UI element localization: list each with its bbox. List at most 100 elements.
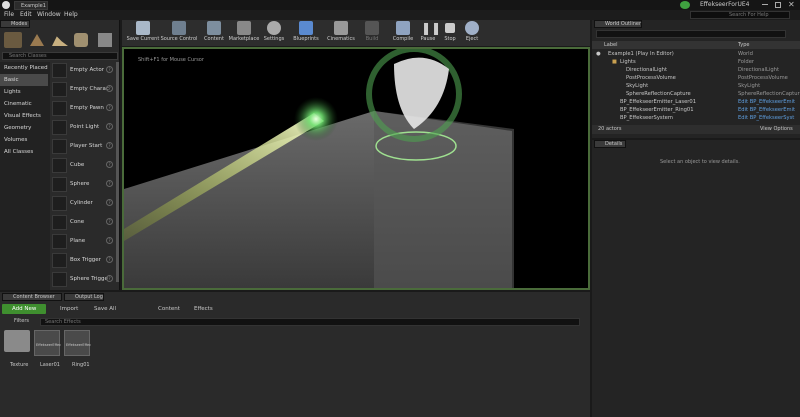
- category-basic[interactable]: Basic: [0, 74, 48, 86]
- save-all-button[interactable]: Save All: [84, 304, 120, 314]
- compile-button[interactable]: Compile: [392, 21, 414, 45]
- outliner-row[interactable]: ● Example1 (Play In Editor) World: [592, 50, 800, 58]
- outliner-row[interactable]: SphereReflectionCapture SphereReflectionC…: [592, 90, 800, 98]
- help-search-input[interactable]: Search For Help: [690, 11, 790, 19]
- category-volumes[interactable]: Volumes: [0, 134, 48, 146]
- placeable-cone[interactable]: Cone?: [52, 214, 115, 232]
- menu-edit[interactable]: Edit: [20, 11, 32, 18]
- placeable-player-start[interactable]: Player Start?: [52, 138, 115, 156]
- view-options-button[interactable]: View Options: [760, 126, 793, 132]
- sphere-trigger-icon: [52, 272, 67, 287]
- category-all-classes[interactable]: All Classes: [0, 146, 48, 158]
- world-outliner-title: World Outliner: [605, 21, 642, 27]
- landscape-mode-icon[interactable]: [52, 36, 68, 46]
- details-tab[interactable]: Details: [594, 140, 626, 148]
- world-outliner-tab[interactable]: World Outliner: [594, 20, 642, 28]
- category-visual-effects[interactable]: Visual Effects: [0, 110, 48, 122]
- outliner-row[interactable]: SkyLight SkyLight: [592, 82, 800, 90]
- placeable-empty-actor[interactable]: Empty Actor?: [52, 62, 115, 80]
- category-geometry[interactable]: Geometry: [0, 122, 48, 134]
- place-mode-icon[interactable]: [4, 32, 22, 48]
- level-viewport[interactable]: Shift+F1 for Mouse Cursor: [122, 47, 590, 290]
- outliner-search-input[interactable]: [596, 30, 786, 38]
- help-icon[interactable]: ?: [106, 199, 113, 206]
- stop-button[interactable]: Stop: [440, 21, 460, 45]
- filters-button[interactable]: Filters: [4, 318, 36, 326]
- category-cinematic[interactable]: Cinematic: [0, 98, 48, 110]
- help-icon[interactable]: ?: [106, 218, 113, 225]
- pause-button[interactable]: ❚❚ Pause: [418, 21, 441, 45]
- row-type-link[interactable]: Edit BP_EffekseerSyst: [738, 114, 794, 122]
- placeable-plane[interactable]: Plane?: [52, 233, 115, 251]
- asset-texture[interactable]: Texture: [4, 330, 32, 370]
- blueprints-button[interactable]: Blueprints: [292, 21, 320, 45]
- breadcrumb-effects[interactable]: Effects: [194, 306, 213, 312]
- row-type-link[interactable]: Edit BP_EffekseerEmit: [738, 106, 795, 114]
- help-icon[interactable]: ?: [106, 237, 113, 244]
- help-icon[interactable]: ?: [106, 142, 113, 149]
- placeable-empty-character[interactable]: Empty Charac?: [52, 81, 115, 99]
- menu-window[interactable]: Window: [37, 11, 61, 18]
- asset-laser01[interactable]: EffekseerEffec Laser01: [34, 330, 62, 370]
- outliner-row[interactable]: ■ Lights Folder: [592, 58, 800, 66]
- menu-help[interactable]: Help: [64, 11, 78, 18]
- class-search-input[interactable]: Search Classes: [2, 52, 118, 60]
- marketplace-button[interactable]: Marketplace: [228, 21, 260, 45]
- import-button[interactable]: Import: [50, 304, 80, 314]
- placeable-label: Point Light: [70, 124, 100, 130]
- clapper-icon: [334, 21, 348, 35]
- content-button[interactable]: Content: [202, 21, 226, 45]
- placeable-sphere[interactable]: Sphere?: [52, 176, 115, 194]
- level-tab[interactable]: Example1: [14, 1, 48, 10]
- help-icon[interactable]: ?: [106, 85, 113, 92]
- help-icon[interactable]: ?: [106, 180, 113, 187]
- row-type-link[interactable]: Edit BP_EffekseerEmit: [738, 98, 795, 106]
- output-log-tab[interactable]: Output Log: [64, 293, 104, 301]
- minimize-button[interactable]: [762, 4, 768, 5]
- source-control-button[interactable]: Source Control: [160, 21, 198, 45]
- help-icon[interactable]: ?: [106, 66, 113, 73]
- row-label: Example1 (Play In Editor): [608, 51, 674, 57]
- outliner-row[interactable]: BP_EffekseerEmitter_Ring01 Edit BP_Effeks…: [592, 106, 800, 114]
- outliner-row[interactable]: PostProcessVolume PostProcessVolume: [592, 74, 800, 82]
- category-recently-placed[interactable]: Recently Placed: [0, 62, 48, 74]
- eject-button[interactable]: Eject: [462, 21, 482, 45]
- cone-thumb-icon: [52, 215, 67, 230]
- settings-button[interactable]: Settings: [262, 21, 286, 45]
- asset-ring01[interactable]: EffekseerEffec Ring01: [64, 330, 92, 370]
- build-button[interactable]: Build: [362, 21, 382, 45]
- modes-tab[interactable]: Modes: [0, 20, 30, 28]
- close-button[interactable]: ✕: [788, 0, 795, 9]
- breadcrumb-content[interactable]: Content: [158, 306, 180, 312]
- menu-file[interactable]: File: [4, 11, 14, 18]
- eye-icon[interactable]: ●: [596, 50, 601, 58]
- help-icon[interactable]: ?: [106, 104, 113, 111]
- placeable-sphere-trigger[interactable]: Sphere Trigge?: [52, 271, 115, 289]
- help-icon[interactable]: ?: [106, 275, 113, 282]
- modes-scrollbar[interactable]: [116, 62, 119, 282]
- placeable-point-light[interactable]: Point Light?: [52, 119, 115, 137]
- help-icon[interactable]: ?: [106, 256, 113, 263]
- placeable-cylinder[interactable]: Cylinder?: [52, 195, 115, 213]
- placeable-cube[interactable]: Cube?: [52, 157, 115, 175]
- add-new-button[interactable]: Add New: [2, 304, 46, 314]
- col-label[interactable]: Label: [604, 42, 618, 48]
- placeable-box-trigger[interactable]: Box Trigger?: [52, 252, 115, 270]
- foliage-mode-icon[interactable]: [74, 33, 88, 47]
- paint-mode-icon[interactable]: [30, 34, 44, 46]
- outliner-row[interactable]: BP_EffekseerSystem Edit BP_EffekseerSyst: [592, 114, 800, 122]
- placeable-empty-pawn[interactable]: Empty Pawn?: [52, 100, 115, 118]
- cinematics-button[interactable]: Cinematics: [326, 21, 356, 45]
- help-icon[interactable]: ?: [106, 123, 113, 130]
- help-search-placeholder: Search For Help: [729, 12, 769, 18]
- asset-search-input[interactable]: Search Effects: [40, 318, 580, 326]
- outliner-row[interactable]: DirectionalLight DirectionalLight: [592, 66, 800, 74]
- outliner-row[interactable]: BP_EffekseerEmitter_Laser01 Edit BP_Effek…: [592, 98, 800, 106]
- content-browser-tab[interactable]: Content Browser: [2, 293, 62, 301]
- category-lights[interactable]: Lights: [0, 86, 48, 98]
- maximize-button[interactable]: [775, 2, 781, 8]
- help-icon[interactable]: ?: [106, 161, 113, 168]
- col-type[interactable]: Type: [738, 42, 749, 48]
- save-current-button[interactable]: Save Current: [126, 21, 160, 45]
- geometry-mode-icon[interactable]: [98, 33, 112, 47]
